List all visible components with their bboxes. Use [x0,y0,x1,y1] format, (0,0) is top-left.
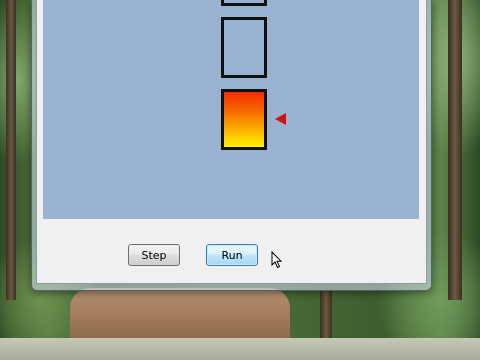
pointer-arrow-icon [275,113,286,125]
simulation-canvas [43,0,419,219]
window-client-area [36,0,427,284]
tree-trunk [6,0,16,300]
tree-trunk [320,290,332,338]
mouse-cursor-icon [271,251,283,269]
memory-cell-active [221,89,267,150]
taskbar [0,338,480,360]
run-button[interactable]: Run [206,244,258,266]
forest-path [70,288,290,338]
memory-cell [221,0,267,6]
tree-trunk [448,0,462,300]
memory-cell [221,17,267,78]
step-button[interactable]: Step [128,244,180,266]
